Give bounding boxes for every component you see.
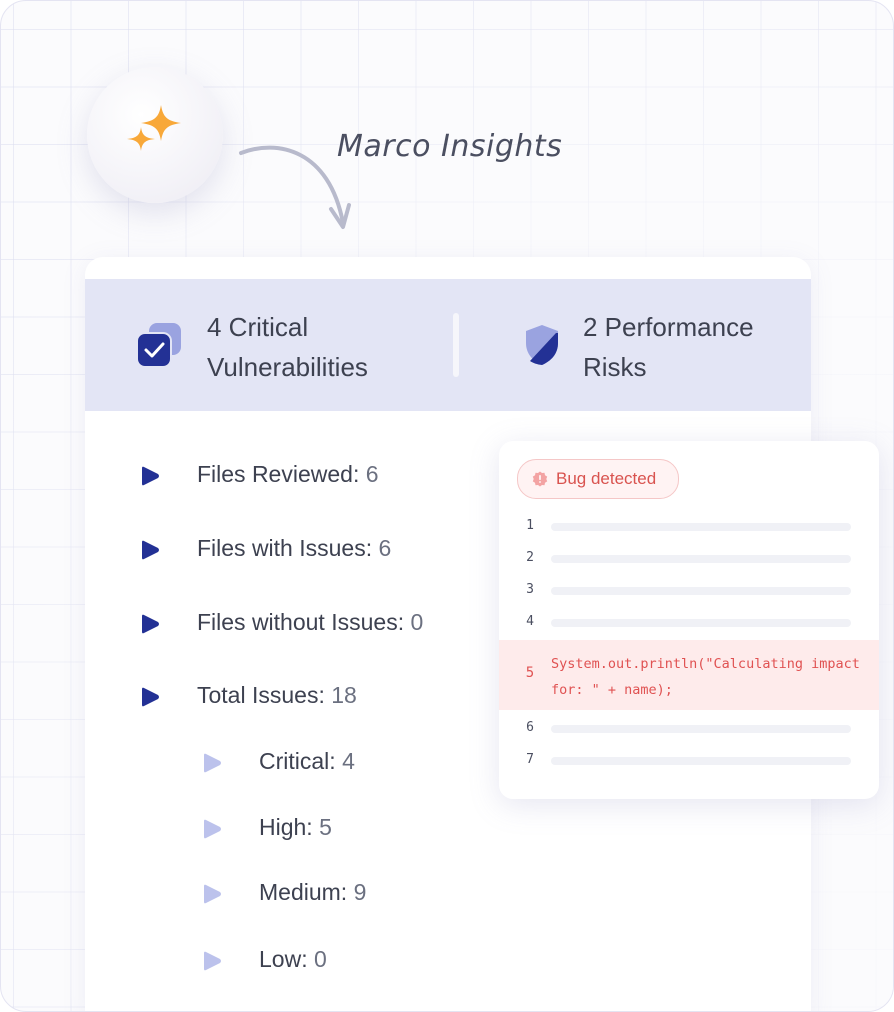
code-placeholder-bar bbox=[551, 555, 851, 563]
stat-vulnerabilities: 4 Critical Vulnerabilities bbox=[207, 307, 368, 387]
summary-value: 6 bbox=[378, 535, 392, 561]
highlighted-code-line: 5 System.out.println("Calculating impact… bbox=[499, 640, 879, 710]
code-line: 2 bbox=[499, 548, 879, 568]
code-placeholder-bar bbox=[551, 757, 851, 765]
stat-vulnerabilities-line1: 4 Critical bbox=[207, 312, 309, 342]
shield-icon bbox=[526, 325, 558, 365]
summary-value: 18 bbox=[331, 682, 357, 708]
code-placeholder-bar bbox=[551, 725, 851, 733]
summary-label: Files with Issues: bbox=[197, 535, 373, 561]
background-frame: Marco Insights 4 Critical Vulnerabilitie… bbox=[0, 0, 894, 1012]
stats-divider bbox=[453, 313, 459, 377]
play-bullet-light-icon bbox=[204, 819, 221, 839]
code-line: 7 bbox=[499, 750, 879, 770]
play-bullet-icon bbox=[142, 466, 159, 486]
alert-badge-icon bbox=[532, 471, 548, 487]
summary-label: High: bbox=[259, 814, 313, 840]
code-panel: Bug detected 1 2 3 4 5 System.out.printl… bbox=[499, 441, 879, 799]
sparkle-badge bbox=[87, 67, 223, 203]
code-line: 1 bbox=[499, 516, 879, 536]
stat-performance-line2: Risks bbox=[583, 352, 647, 382]
line-number: 2 bbox=[526, 550, 534, 565]
line-number: 6 bbox=[526, 720, 534, 735]
stat-performance: 2 Performance Risks bbox=[583, 307, 754, 387]
checkbox-stack-icon bbox=[136, 323, 181, 368]
summary-label: Total Issues: bbox=[197, 682, 325, 708]
code-line: 6 bbox=[499, 718, 879, 738]
line-number: 1 bbox=[526, 518, 534, 533]
code-snippet: System.out.println("Calculating impact f… bbox=[551, 656, 868, 698]
play-bullet-icon bbox=[142, 687, 159, 707]
play-bullet-icon bbox=[142, 540, 159, 560]
summary-value: 4 bbox=[342, 748, 355, 774]
summary-label: Low: bbox=[259, 946, 308, 972]
summary-value: 5 bbox=[319, 814, 332, 840]
bug-detected-badge: Bug detected bbox=[517, 459, 679, 499]
play-bullet-icon bbox=[142, 614, 159, 634]
summary-label: Critical: bbox=[259, 748, 336, 774]
code-placeholder-bar bbox=[551, 523, 851, 531]
code-line: 3 bbox=[499, 580, 879, 600]
stats-band: 4 Critical Vulnerabilities 2 Performance… bbox=[85, 279, 811, 411]
summary-value: 0 bbox=[410, 609, 424, 635]
code-line: 4 bbox=[499, 612, 879, 632]
code-placeholder-bar bbox=[551, 619, 851, 627]
brand-title: Marco Insights bbox=[337, 129, 563, 164]
line-number: 3 bbox=[526, 582, 534, 597]
summary-value: 0 bbox=[313, 946, 327, 972]
bug-detected-label: Bug detected bbox=[556, 469, 657, 488]
play-bullet-light-icon bbox=[204, 951, 221, 971]
code-placeholder-bar bbox=[551, 587, 851, 595]
play-bullet-light-icon bbox=[204, 884, 221, 904]
stat-performance-line1: 2 Performance bbox=[583, 312, 754, 342]
line-number: 7 bbox=[526, 752, 534, 767]
play-bullet-light-icon bbox=[204, 753, 221, 773]
summary-label: Files Reviewed: bbox=[197, 461, 360, 487]
line-number: 5 bbox=[525, 665, 535, 681]
summary-label: Medium: bbox=[259, 879, 348, 905]
sparkle-icon bbox=[127, 105, 181, 151]
summary-value: 9 bbox=[353, 879, 367, 905]
summary-value: 6 bbox=[365, 461, 379, 487]
line-number: 4 bbox=[526, 614, 534, 629]
stat-vulnerabilities-line2: Vulnerabilities bbox=[207, 352, 368, 382]
summary-label: Files without Issues: bbox=[197, 609, 405, 635]
